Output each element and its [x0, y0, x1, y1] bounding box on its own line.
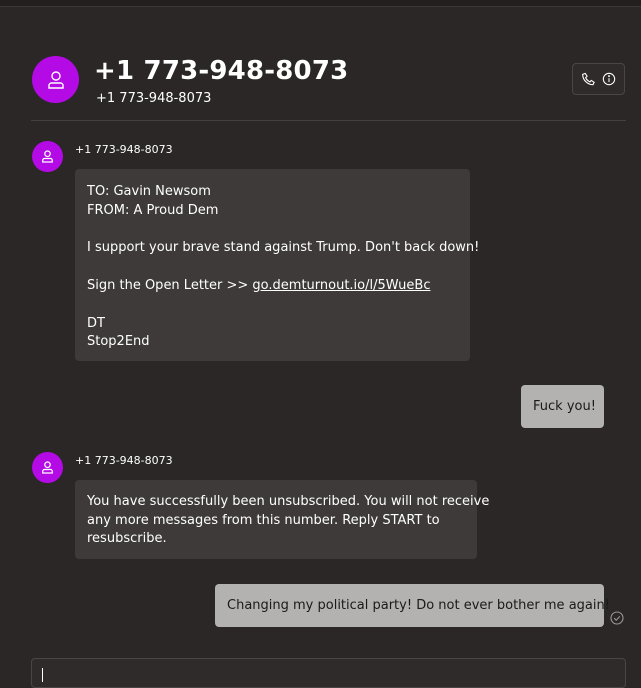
person-icon: [40, 460, 55, 475]
message-line: I support your brave stand against Trump…: [87, 239, 480, 255]
message-text: Fuck you!: [533, 399, 596, 414]
phone-icon[interactable]: [581, 72, 596, 87]
message-line: FROM: A Proud Dem: [87, 202, 219, 218]
message-line: Sign the Open Letter >> go.demturnout.io…: [87, 277, 458, 296]
contact-number: +1 773-948-8073: [96, 91, 212, 106]
message-text: Changing my political party! Do not ever…: [227, 598, 610, 613]
message-line: any more messages from this number. Repl…: [87, 512, 440, 528]
message-sender: +1 773-948-8073: [75, 454, 173, 467]
message-line: [87, 257, 458, 276]
message-line: You have successfully been unsubscribed.…: [87, 494, 490, 509]
contact-name: +1 773-948-8073: [94, 56, 349, 86]
message-bubble-incoming: You have successfully been unsubscribed.…: [75, 480, 490, 559]
message-bubble-outgoing: Changing my political party! Do not ever…: [215, 584, 610, 627]
message-line: resubscribe.: [87, 531, 167, 546]
message-bubble-outgoing: Fuck you!: [521, 385, 604, 428]
person-icon: [40, 149, 55, 164]
message-line: Stop2End: [87, 334, 150, 349]
message-line: [87, 295, 458, 314]
message-sender: +1 773-948-8073: [75, 143, 173, 156]
check-circle-icon: [610, 610, 624, 625]
sender-avatar: [32, 141, 63, 172]
message-bubble-incoming: TO: Gavin Newsom FROM: A Proud Dem I sup…: [75, 169, 480, 361]
message-line: DT: [87, 315, 105, 331]
header-divider: [31, 120, 626, 121]
text-cursor: [42, 668, 43, 682]
contact-avatar: [32, 56, 79, 103]
person-icon: [45, 69, 67, 91]
message-input[interactable]: [31, 658, 626, 688]
message-text: Sign the Open Letter >>: [87, 277, 253, 293]
message-line: TO: Gavin Newsom: [87, 184, 211, 199]
message-line: [87, 220, 458, 239]
sender-avatar: [32, 452, 63, 483]
info-icon[interactable]: [602, 72, 616, 86]
header-actions: [572, 63, 625, 95]
window-top-bar: [0, 0, 641, 7]
message-link[interactable]: go.demturnout.io/l/5WueBc: [252, 278, 430, 293]
